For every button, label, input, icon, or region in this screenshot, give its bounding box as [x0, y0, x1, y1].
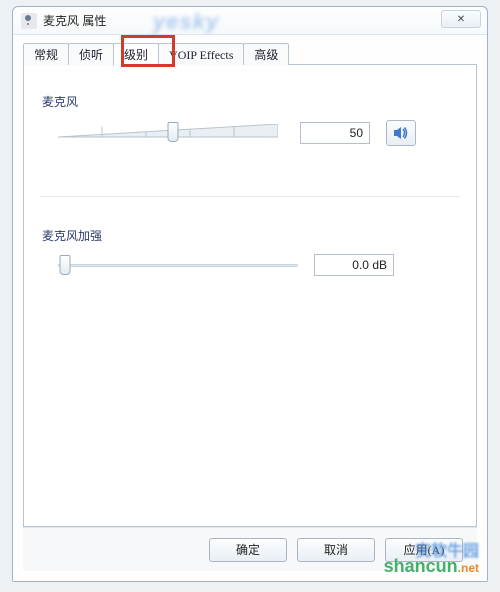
mic-boost-track: [58, 264, 298, 267]
mic-level-slider[interactable]: [58, 120, 288, 146]
tab-page-levels: 麦克风: [23, 64, 477, 527]
mic-boost-slider[interactable]: [58, 254, 298, 276]
mute-button[interactable]: [386, 120, 416, 146]
watermark-top: yesky: [153, 9, 219, 35]
mic-level-value[interactable]: 50: [300, 122, 370, 144]
mic-level-label: 麦克风: [42, 93, 460, 110]
window-title: 麦克风 属性: [43, 12, 106, 29]
dialog-button-row: 确定 取消 应用(A): [23, 527, 477, 571]
ok-button[interactable]: 确定: [209, 538, 287, 562]
close-button[interactable]: ✕: [441, 10, 481, 28]
microphone-icon: [21, 13, 37, 29]
mic-boost-row: 0.0 dB: [58, 254, 460, 276]
mic-level-row: 50: [58, 120, 460, 146]
tab-advanced[interactable]: 高级: [243, 43, 289, 65]
mic-boost-label: 麦克风加强: [42, 227, 460, 244]
tab-strip: 常规 侦听 级别 VOIP Effects 高级: [23, 41, 477, 65]
mic-boost-value[interactable]: 0.0 dB: [314, 254, 394, 276]
apply-button[interactable]: 应用(A): [385, 538, 463, 562]
cancel-button[interactable]: 取消: [297, 538, 375, 562]
tab-listen[interactable]: 侦听: [68, 43, 114, 65]
mic-level-slider-thumb[interactable]: [168, 122, 179, 142]
speaker-icon: [393, 126, 409, 140]
divider: [40, 196, 460, 197]
properties-window: 麦克风 属性 ✕ yesky 常规 侦听 级别 VOIP Effects 高级 …: [12, 6, 488, 582]
dialog-content: 常规 侦听 级别 VOIP Effects 高级 麦克风: [13, 35, 487, 581]
tab-general[interactable]: 常规: [23, 43, 69, 65]
titlebar: 麦克风 属性 ✕ yesky: [13, 7, 487, 35]
tab-levels[interactable]: 级别: [113, 43, 159, 66]
mic-boost-slider-thumb[interactable]: [60, 255, 71, 275]
tab-voip-effects[interactable]: VOIP Effects: [158, 43, 244, 65]
